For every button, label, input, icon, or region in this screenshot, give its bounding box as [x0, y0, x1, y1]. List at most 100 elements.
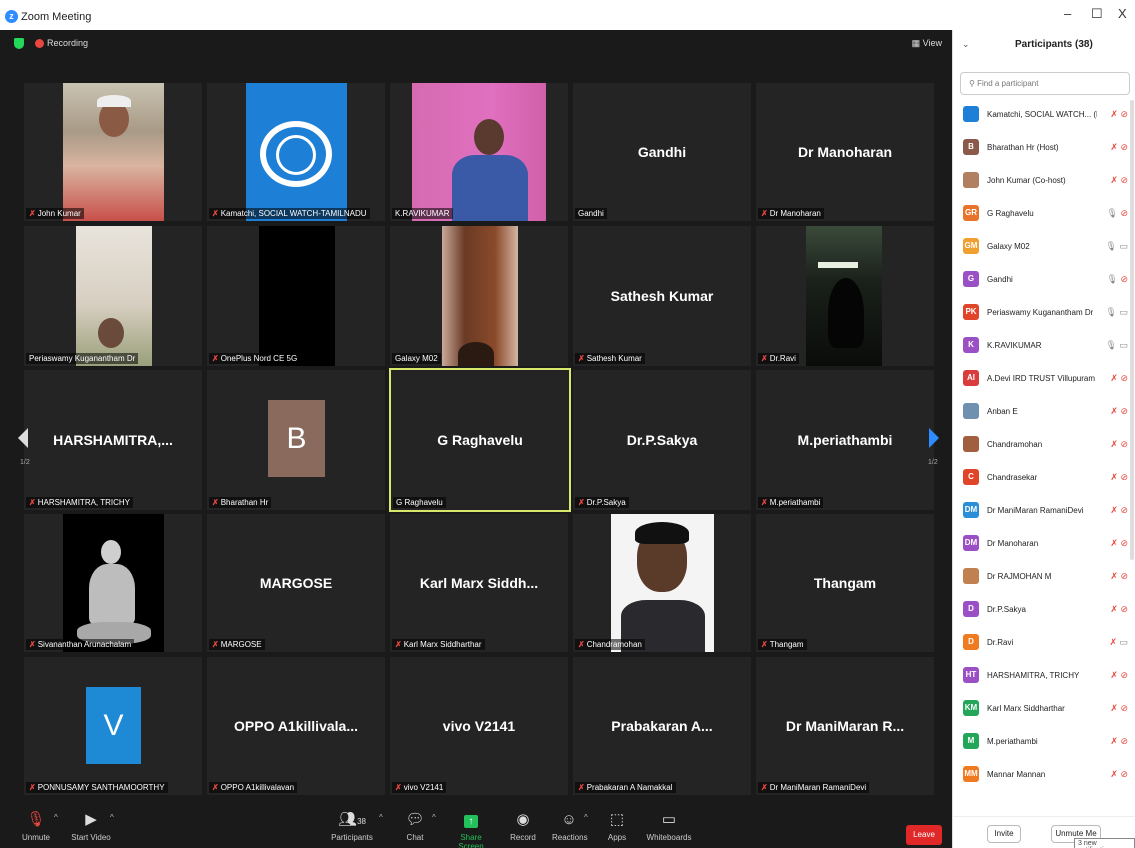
chevron-up-icon[interactable]: ^	[432, 813, 436, 822]
participant-row[interactable]: John Kumar (Co-host) ✗ ⊘	[953, 166, 1135, 198]
video-tile[interactable]: Prabakaran A... ✗ Prabakaran A Namakkal	[573, 657, 751, 795]
video-tile[interactable]: Periaswamy Kuganantham Dr	[24, 226, 202, 366]
video-tile[interactable]: M.periathambi ✗ M.periathambi	[756, 370, 934, 510]
participant-name: Karl Marx Siddharthar	[987, 704, 1065, 713]
video-tile[interactable]: Dr.P.Sakya ✗ Dr.P.Sakya	[573, 370, 751, 510]
active-speaker-tile[interactable]: G Raghavelu G Raghavelu	[389, 368, 571, 512]
tile-display-name: Gandhi	[637, 144, 687, 160]
mic-muted-icon: ✗	[29, 783, 36, 792]
participant-name: Dr.Ravi	[987, 638, 1014, 647]
security-shield-icon[interactable]	[14, 38, 24, 49]
maximize-button[interactable]: ☐	[1091, 6, 1103, 22]
chat-button[interactable]: 💬︎ Chat ^	[400, 811, 435, 842]
video-off-icon: ⊘	[1117, 373, 1128, 383]
participant-row[interactable]: GM Galaxy M02 🎙︎ ▭	[953, 232, 1135, 264]
participant-status-icons: ✗ ⊘	[1110, 439, 1128, 450]
next-page-icon[interactable]	[929, 428, 939, 448]
participant-row[interactable]: PK Periaswamy Kuganantham Dr 🎙︎ ▭	[953, 298, 1135, 330]
participant-row[interactable]: C Chandrasekar ✗ ⊘	[953, 463, 1135, 495]
participant-row[interactable]: D Dr.P.Sakya ✗ ⊘	[953, 595, 1135, 627]
video-tile[interactable]: B ✗ Bharathan Hr	[207, 370, 385, 510]
avatar	[963, 172, 979, 188]
mic-muted-icon: ✗	[578, 498, 585, 507]
mic-muted-icon: ✗	[1110, 505, 1118, 515]
view-button[interactable]: ▦ View	[912, 38, 942, 49]
video-tile[interactable]: vivo V2141 ✗ vivo V2141	[390, 657, 568, 795]
chevron-up-icon[interactable]: ^	[110, 813, 114, 822]
participant-row[interactable]: Dr RAJMOHAN M ✗ ⊘	[953, 562, 1135, 594]
video-tile[interactable]: K.RAVIKUMAR	[390, 83, 568, 221]
mic-muted-icon: ✗	[761, 783, 768, 792]
video-tile[interactable]: Dr ManiMaran R... ✗ Dr ManiMaran RamaniDe…	[756, 657, 934, 795]
video-tile[interactable]: ✗ Kamatchi, SOCIAL WATCH-TAMILNADU	[207, 83, 385, 221]
apps-button[interactable]: ⬚ Apps	[604, 811, 630, 842]
video-tile[interactable]: Gandhi Gandhi	[573, 83, 751, 221]
video-tile[interactable]: Thangam ✗ Thangam	[756, 514, 934, 652]
participant-row[interactable]: DM Dr Manoharan ✗ ⊘	[953, 529, 1135, 561]
notification-badge[interactable]: 3 new notifications	[1074, 838, 1135, 848]
participant-row[interactable]: G Gandhi 🎙︎ ⊘	[953, 265, 1135, 297]
video-tile[interactable]: Dr Manoharan ✗ Dr Manoharan	[756, 83, 934, 221]
video-tile[interactable]: ✗ John Kumar	[24, 83, 202, 221]
mic-muted-icon: ✗	[1110, 373, 1118, 383]
start-video-button[interactable]: ▶︎ Start Video ^	[66, 811, 116, 842]
chevron-up-icon[interactable]: ^	[54, 813, 58, 822]
participant-status-icons: ✗ ⊘	[1110, 571, 1128, 582]
participant-video	[76, 226, 152, 366]
avatar: GM	[963, 238, 979, 254]
participants-count: 38	[357, 817, 366, 826]
participant-row[interactable]: AI A.Devi IRD TRUST Villupuram d... ✗ ⊘	[953, 364, 1135, 396]
participant-row[interactable]: DM Dr ManiMaran RamaniDevi ✗ ⊘	[953, 496, 1135, 528]
panel-title: Participants (38)	[1015, 39, 1093, 50]
participant-row[interactable]: HT HARSHAMITRA, TRICHY ✗ ⊘	[953, 661, 1135, 693]
participant-row[interactable]: MM Mannar Mannan ✗ ⊘	[953, 760, 1135, 792]
video-tile[interactable]: ✗ OnePlus Nord CE 5G	[207, 226, 385, 366]
participant-row[interactable]: B Bharathan Hr (Host) ✗ ⊘	[953, 133, 1135, 165]
video-off-icon: ⊘	[1117, 472, 1128, 482]
leave-button[interactable]: Leave	[906, 825, 942, 845]
unmute-button[interactable]: 🎙︎ Unmute ^	[18, 811, 58, 842]
participant-status-icons: ✗ ▭	[1109, 637, 1128, 648]
participant-row[interactable]: Anban E ✗ ⊘	[953, 397, 1135, 429]
video-tile[interactable]: V ✗ PONNUSAMY SANTHAMOORTHY	[24, 657, 202, 795]
chevron-up-icon[interactable]: ^	[379, 813, 383, 822]
video-tile[interactable]: HARSHAMITRA,... ✗ HARSHAMITRA, TRICHY	[24, 370, 202, 510]
close-button[interactable]: X	[1118, 6, 1127, 21]
video-tile[interactable]: ✗ Dr.Ravi	[756, 226, 934, 366]
video-tile[interactable]: Galaxy M02	[390, 226, 568, 366]
video-tile[interactable]: OPPO A1killivala... ✗ OPPO A1killivalavan	[207, 657, 385, 795]
chevron-up-icon[interactable]: ^	[584, 813, 588, 822]
participant-list-scrollbar[interactable]	[1130, 100, 1134, 560]
video-tile[interactable]: ✗ Sivananthan Arunachalam	[24, 514, 202, 652]
reactions-button[interactable]: ☺ Reactions ^	[552, 811, 588, 842]
whiteboards-button[interactable]: ▭ Whiteboards	[646, 811, 692, 842]
participant-row[interactable]: M M.periathambi ✗ ⊘	[953, 727, 1135, 759]
video-tile[interactable]: Karl Marx Siddh... ✗ Karl Marx Siddhartha…	[390, 514, 568, 652]
video-icon: ▭	[1116, 637, 1128, 647]
participant-row[interactable]: KM Karl Marx Siddharthar ✗ ⊘	[953, 694, 1135, 726]
minimize-button[interactable]: –	[1064, 6, 1071, 21]
participants-panel: ⌄ Participants (38) ⚲ Find a participant…	[952, 30, 1135, 848]
video-tile[interactable]: Sathesh Kumar ✗ Sathesh Kumar	[573, 226, 751, 366]
mic-muted-icon: ✗	[212, 783, 219, 792]
participant-name: K.RAVIKUMAR	[987, 341, 1042, 350]
record-button[interactable]: ◉ Record	[508, 811, 538, 842]
participants-button[interactable]: 👥︎38 Participants ^	[327, 811, 383, 842]
video-off-icon: ▶︎	[85, 811, 97, 828]
share-screen-button[interactable]: ↑ Share Screen	[448, 811, 494, 848]
video-tile[interactable]: MARGOSE ✗ MARGOSE	[207, 514, 385, 652]
participant-row[interactable]: GR G Raghavelu 🎙︎ ⊘	[953, 199, 1135, 231]
participant-row[interactable]: Kamatchi, SOCIAL WATCH... (Me) ✗ ⊘	[953, 100, 1135, 132]
participant-row[interactable]: D Dr.Ravi ✗ ▭	[953, 628, 1135, 660]
participant-row[interactable]: K K.RAVIKUMAR 🎙︎ ▭	[953, 331, 1135, 363]
previous-page-icon[interactable]	[18, 428, 28, 448]
participant-search-input[interactable]: ⚲ Find a participant	[960, 72, 1130, 95]
mic-icon: 🎙︎	[1105, 340, 1117, 350]
tile-name-label: ✗ MARGOSE	[209, 639, 265, 650]
video-tile[interactable]: ✗ Chandramohan	[573, 514, 751, 652]
mic-muted-icon: ✗	[761, 498, 768, 507]
invite-button[interactable]: Invite	[987, 825, 1021, 843]
participant-name: HARSHAMITRA, TRICHY	[987, 671, 1080, 680]
participant-row[interactable]: Chandramohan ✗ ⊘	[953, 430, 1135, 462]
chevron-down-icon[interactable]: ⌄	[962, 39, 970, 50]
